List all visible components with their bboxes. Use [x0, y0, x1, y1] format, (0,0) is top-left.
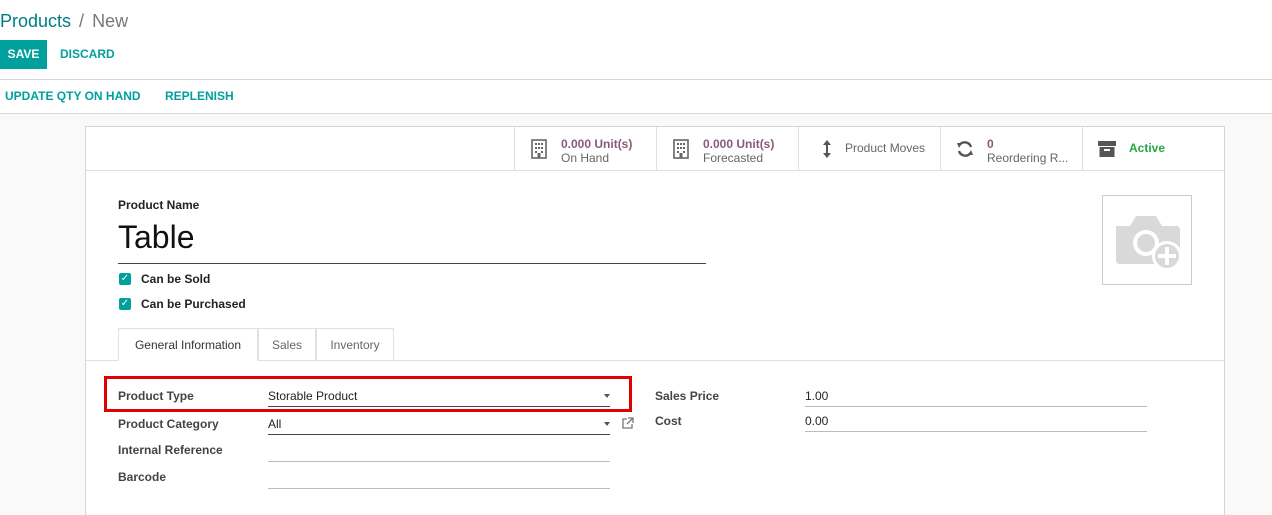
forecasted-value: 0.000 Unit(s): [703, 137, 775, 151]
sales-price-label: Sales Price: [655, 389, 720, 403]
product-moves-label: Product Moves: [845, 141, 926, 155]
barcode-label: Barcode: [118, 470, 167, 484]
sales-price-input[interactable]: 1.00: [805, 387, 1147, 407]
barcode-input[interactable]: [268, 469, 610, 489]
active-label: Active: [1129, 141, 1166, 155]
product-name-label: Product Name: [118, 198, 200, 212]
product-category-select[interactable]: All: [268, 415, 610, 435]
on-hand-label: On Hand: [561, 151, 610, 165]
tab-general-information[interactable]: General Information: [118, 328, 258, 361]
chevron-down-icon: [604, 422, 610, 426]
reordering-value: 0: [987, 137, 994, 151]
archive-icon: [1097, 139, 1117, 159]
save-button[interactable]: SAVE: [0, 40, 47, 69]
statusbar: UPDATE QTY ON HAND REPLENISH: [0, 80, 1272, 113]
product-category-label: Product Category: [118, 417, 219, 431]
external-link-icon[interactable]: [621, 417, 634, 435]
breadcrumb-separator: /: [79, 11, 85, 31]
refresh-icon: [955, 139, 975, 159]
breadcrumb: Products / New: [0, 10, 128, 32]
product-category-value: All: [268, 417, 282, 431]
update-qty-on-hand-button[interactable]: UPDATE QTY ON HAND: [5, 80, 141, 113]
cost-input[interactable]: 0.00: [805, 412, 1147, 432]
reordering-label: Reordering R...: [987, 151, 1069, 165]
product-image-upload[interactable]: [1102, 195, 1192, 285]
forecasted-label: Forecasted: [703, 151, 764, 165]
can-be-sold-label: Can be Sold: [141, 272, 211, 286]
active-toggle-button[interactable]: Active: [1082, 127, 1224, 170]
discard-button[interactable]: DISCARD: [60, 40, 115, 69]
breadcrumb-current: New: [92, 11, 129, 31]
form-sheet: 0.000 Unit(s) On Hand 0.000 Unit(s) Fore…: [85, 126, 1225, 515]
product-type-highlight-box: [104, 376, 632, 412]
reordering-rules-button[interactable]: 0 Reordering R...: [940, 127, 1082, 170]
internal-reference-label: Internal Reference: [118, 443, 223, 457]
cost-label: Cost: [655, 414, 682, 428]
building-icon: [529, 139, 549, 159]
on-hand-button[interactable]: 0.000 Unit(s) On Hand: [514, 127, 656, 170]
internal-reference-input[interactable]: [268, 442, 610, 462]
breadcrumb-products-link[interactable]: Products: [0, 11, 71, 31]
forecasted-button[interactable]: 0.000 Unit(s) Forecasted: [656, 127, 798, 170]
on-hand-value: 0.000 Unit(s): [561, 137, 633, 151]
building-icon: [671, 139, 691, 159]
vertical-arrows-icon: [817, 139, 837, 159]
tab-inventory[interactable]: Inventory: [316, 328, 394, 360]
can-be-purchased-label: Can be Purchased: [141, 297, 246, 311]
smart-button-box: 0.000 Unit(s) On Hand 0.000 Unit(s) Fore…: [86, 127, 1224, 171]
camera-plus-icon: [1112, 210, 1184, 277]
can-be-purchased-checkbox[interactable]: ✓: [119, 298, 131, 310]
product-moves-button[interactable]: Product Moves: [798, 127, 940, 170]
replenish-button[interactable]: REPLENISH: [165, 80, 234, 113]
can-be-sold-checkbox[interactable]: ✓: [119, 273, 131, 285]
tab-sales[interactable]: Sales: [258, 328, 316, 360]
product-name-input[interactable]: Table: [118, 217, 706, 264]
